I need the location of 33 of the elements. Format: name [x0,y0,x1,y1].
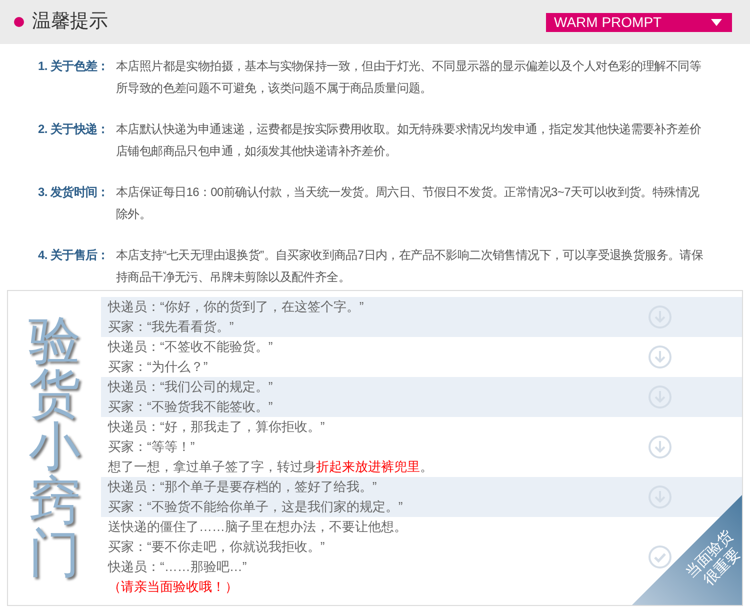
dialogue-text: 快递员：“你好，你的货到了，在这签个字。” [108,299,364,314]
dialogue-text: 快递员：“我们公司的规定。” [108,379,273,394]
note-label: 3. 发货时间： [38,184,110,201]
dialogue-text: 。 [420,459,433,474]
checkmark-icon [648,545,672,569]
dialogue-text: 送快递的僵住了……脑子里在想办法，不要让他想。 [108,519,407,534]
dialogue-text: 买家：“不验货不能给你单子，这是我们家的规定。” [108,499,403,514]
download-icon [648,345,672,369]
note-label: 1. 关于色差： [38,58,110,75]
dialogue-text: 买家：“等等！” [108,439,195,454]
download-icon [648,435,672,459]
dialogue-text: 买家：“要不你走吧，你就说我拒收。” [108,539,325,554]
dropdown-triangle-icon [711,18,722,26]
section-title: 温馨提示 [32,10,108,34]
dialogue-text: （请亲当面验收哦！） [108,579,238,594]
dialogue-text: 买家：“不验货我不能签收。” [108,399,273,414]
bullet-icon [14,17,24,27]
note-label: 2. 关于快递： [38,121,110,138]
note-text: 本店保证每日16：00前确认付款，当天统一发货。周六日、节假日不发货。正常情况3~7天可以收到货。特殊情况除外。 [116,184,700,223]
dialogue-text: 买家：“我先看看货。” [108,319,234,334]
dialogue-text: 快递员：“那个单子是要存档的，签好了给我。” [108,479,377,494]
note-text: 本店支持“七天无理由退换货”。自买家收到商品7日内，在产品不影响二次销售情况下，可以享受退换货服务。请保持商品干净无污、吊牌未剪除以及配件齐全。 [116,247,704,286]
note-text: 本店默认快递为申通速递，运费都是按实际费用收取。如无特殊要求情况均发申通，指定发其他快递需要补齐差价店铺包邮商品只包申通，如须发其他快递请补齐差价。 [116,121,702,160]
vertical-title: 验货小窍门 [28,315,80,581]
note-label: 4. 关于售后： [38,247,110,264]
dialogue-text: 买家：“为什么？” [108,359,208,374]
dialogue-text: 想了一想，拿过单子签了字，转过身 [108,459,316,474]
banner-label: WARM PROMPT [554,15,662,29]
dialogue-text: 快递员：“好，那我走了，算你拒收。” [108,419,325,434]
dialogue-text: 折起来放进裤兜里 [316,459,420,474]
note-text: 本店照片都是实物拍摄，基本与实物保持一致，但由于灯光、不同显示器的显示偏差以及个人对色彩的理解不同等所导致的色差问题不可避免，该类问题不属于商品质量问题。 [116,58,702,97]
dialogue-text: 快递员：“不签收不能验货。” [108,339,273,354]
dialogue-text: 快递员：“……那验吧…” [108,559,247,574]
